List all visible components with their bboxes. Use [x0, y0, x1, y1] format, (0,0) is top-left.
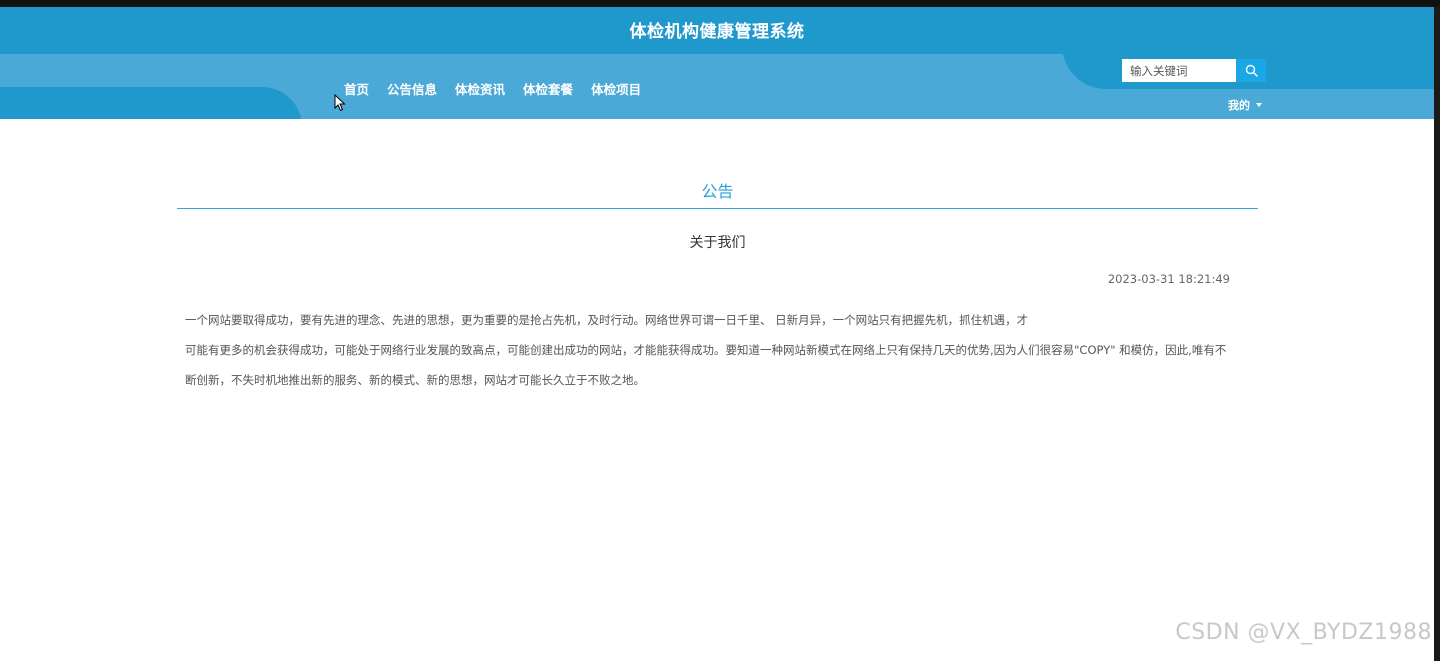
app-title: 体检机构健康管理系统: [629, 22, 805, 42]
search-box: [1122, 59, 1266, 82]
section-title: 公告: [701, 182, 734, 201]
article-paragraph: 断创新，不失时机地推出新的服务、新的模式、新的思想，网站才可能长久立于不败之地。: [185, 373, 645, 387]
article-date: 2023-03-31 18:21:49: [1107, 272, 1230, 286]
nav-item-announcements[interactable]: 公告信息: [387, 79, 437, 98]
search-icon: [1245, 64, 1258, 77]
browser-viewport: 体检机构健康管理系统 首页 公告信息 体检资讯 体检套餐 体检项目 我的 公告: [0, 0, 1440, 661]
user-menu-label: 我的: [1228, 99, 1250, 112]
article-paragraph: 可能有更多的机会获得成功，可能处于网络行业发展的致高点，可能创建出成功的网站，才…: [185, 343, 1227, 357]
watermark: CSDN @VX_BYDZ1988: [1175, 620, 1432, 645]
nav-item-packages[interactable]: 体检套餐: [523, 79, 573, 98]
window-right-border: [1434, 7, 1440, 661]
nav-item-news[interactable]: 体检资讯: [455, 79, 505, 98]
article-paragraph: 一个网站要取得成功，要有先进的理念、先进的思想，更为重要的是抢占先机，及时行动。…: [185, 313, 1029, 327]
main-nav: 首页 公告信息 体检资讯 体检套餐 体检项目: [344, 79, 641, 98]
mouse-cursor-icon: [334, 94, 346, 112]
nav-item-home[interactable]: 首页: [344, 79, 369, 98]
window-top-border: [0, 0, 1440, 7]
article-title: 关于我们: [689, 235, 746, 251]
section-divider: [177, 208, 1258, 209]
header-decoration-left: [0, 87, 302, 119]
nav-item-items[interactable]: 体检项目: [591, 79, 641, 98]
user-menu[interactable]: 我的: [1228, 97, 1262, 113]
caret-down-icon: [1256, 103, 1262, 107]
search-input[interactable]: [1122, 59, 1236, 82]
site-header: 体检机构健康管理系统 首页 公告信息 体检资讯 体检套餐 体检项目 我的: [0, 7, 1434, 119]
article-body: 一个网站要取得成功，要有先进的理念、先进的思想，更为重要的是抢占先机，及时行动。…: [185, 312, 1245, 402]
search-button[interactable]: [1236, 59, 1266, 82]
